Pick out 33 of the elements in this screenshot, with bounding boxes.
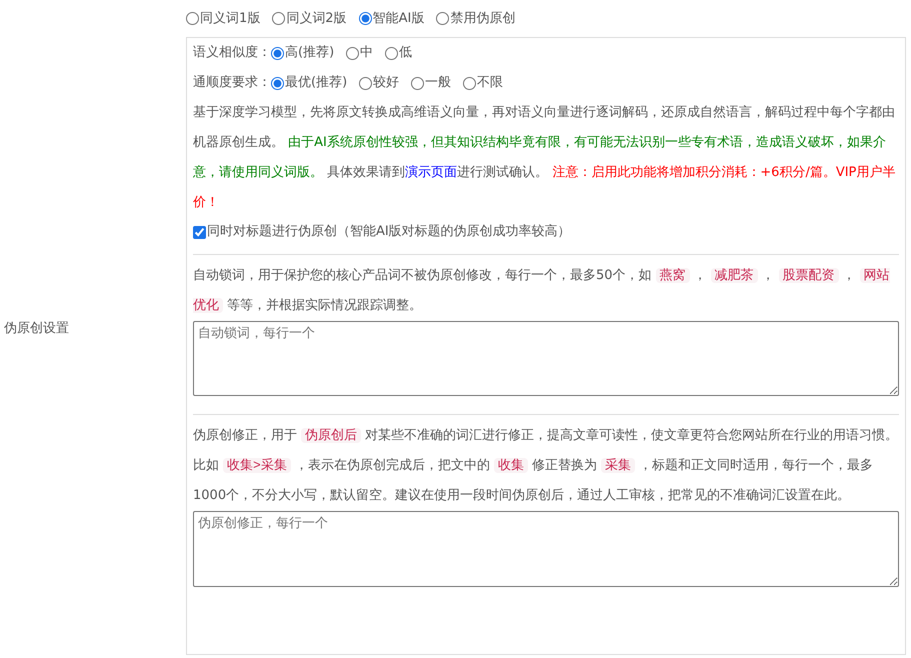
radio-label: 同义词2版: [286, 10, 347, 28]
demo-link[interactable]: 演示页面: [405, 165, 458, 180]
radio-button[interactable]: [463, 76, 476, 90]
radio-button[interactable]: [436, 12, 450, 25]
radio-button[interactable]: [271, 46, 284, 60]
radio-label: 一般: [425, 74, 452, 92]
radio-label: 中: [360, 44, 374, 62]
option-label: 语义相似度：: [193, 44, 271, 62]
field-label: 伪原创设置: [4, 320, 69, 338]
description-text: 基于深度学习模型，先将原文转换成高维语义向量，再对语义向量进行逐词解码，还原成自然语言，解码过程中每个字都由机器原创生成。 由于AI系统原创性较强，但其知识结构毕竟有限，有可能无法识别一些专有术语，造成语义破坏，如果介意，请使用同义词版。 具体效果请到演示页面进行测试确认。 注意：启用此功能将增加积分消耗：+6积分/篇。VIP用户半价！: [193, 104, 896, 212]
radio-button[interactable]: [272, 12, 286, 25]
radio-label: 最优(推荐): [285, 74, 348, 92]
title-checkbox[interactable]: [193, 226, 206, 238]
radio-button[interactable]: [411, 76, 424, 90]
lock-words-text: 自动锁词，用于保护您的核心产品词不被伪原创修改，每行一个，最多50个，如 燕窝 ， 减肥茶 ， 股票配资 ， 网站优化 等等，并根据实际情况跟踪调整。: [193, 267, 891, 315]
correction-field[interactable]: 伪原创修正，每行一个: [193, 511, 899, 587]
radio-label: 较好: [373, 74, 400, 92]
radio-button[interactable]: [271, 76, 284, 90]
radio-button[interactable]: [358, 12, 372, 25]
checkbox-label: 同时对标题进行伪原创（智能AI版对标题的伪原创成功率较高）: [207, 223, 571, 242]
radio-label: 不限: [477, 74, 504, 92]
lock-words-field[interactable]: 自动锁词，每行一个: [193, 321, 899, 396]
radio-label: 禁用伪原创: [450, 10, 516, 28]
option-label: 通顺度要求：: [193, 74, 271, 92]
radio-button[interactable]: [385, 46, 398, 60]
radio-label: 高(推荐): [285, 44, 334, 62]
radio-label: 同义词1版: [200, 10, 260, 28]
radio-label: 智能AI版: [372, 10, 424, 28]
radio-button[interactable]: [346, 46, 360, 60]
correction-text: 伪原创修正，用于 伪原创后 对某些不准确的词汇进行修正，提高文章可读性，使文章更符合您网站所在行业的用语习惯。比如 收集>采集 ，表示在伪原创完成后，把文中的 收集 修正替换为 采集 ，标题和正文同时适用，每行一个，最多1000个，不分大小写，默认留空。建议在使用一段时间伪原创后，通过人工审核，把常见的不准确词汇设置在此。: [193, 427, 899, 505]
radio-button[interactable]: [359, 76, 372, 90]
radio-label: 低: [399, 44, 412, 62]
radio-button[interactable]: [186, 12, 199, 25]
